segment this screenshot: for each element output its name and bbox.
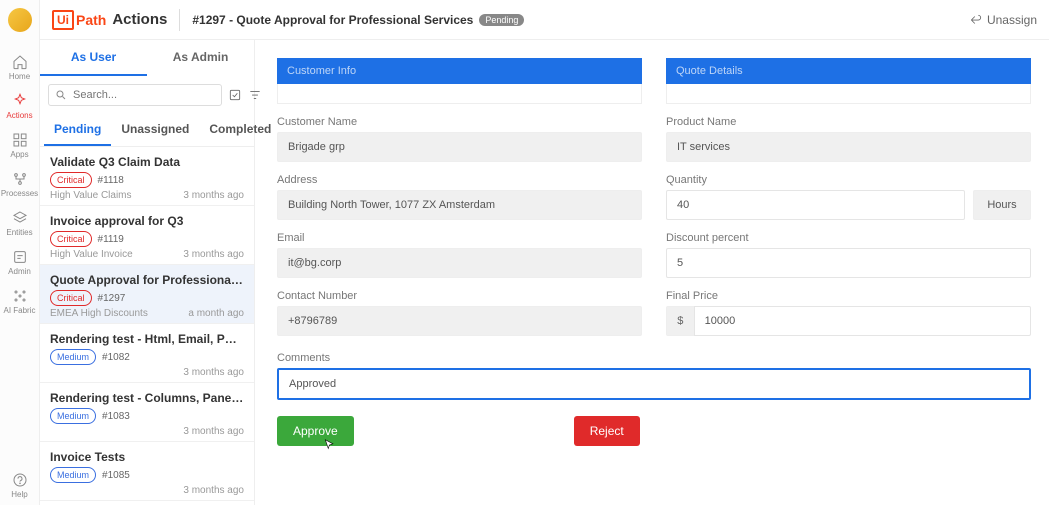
flow-icon: [12, 171, 28, 187]
task-item-time: 3 months ago: [183, 367, 244, 378]
product-field[interactable]: [666, 132, 1031, 162]
tab-as-admin[interactable]: As Admin: [147, 40, 254, 76]
label-price: Final Price: [666, 290, 1031, 302]
address-field[interactable]: [277, 190, 642, 220]
status-badge: Pending: [479, 14, 524, 26]
priority-badge: Critical: [50, 172, 92, 188]
comments-field[interactable]: [277, 368, 1031, 400]
task-item-id: #1085: [102, 470, 130, 481]
task-item-sub: EMEA High Discounts: [50, 308, 148, 319]
tab-as-user[interactable]: As User: [40, 40, 147, 76]
check-square-icon: [228, 88, 242, 102]
logo[interactable]: UiPath: [52, 10, 106, 30]
priority-badge: Critical: [50, 231, 92, 247]
discount-field[interactable]: [666, 248, 1031, 278]
search-input-wrap[interactable]: [48, 84, 222, 106]
approve-button[interactable]: Approve: [277, 416, 354, 446]
task-item[interactable]: Invoice approval for Q3 Critical #1119 High…: [40, 206, 254, 265]
task-item[interactable]: Validate Q3 Claim Data Critical #1118 High …: [40, 147, 254, 206]
customer-info-header: Customer Info: [277, 58, 642, 84]
rail-aifabric[interactable]: AI Fabric: [0, 282, 40, 321]
task-item-time: 3 months ago: [183, 485, 244, 496]
priority-badge: Critical: [50, 290, 92, 306]
rail-entities[interactable]: Entities: [0, 204, 40, 243]
help-icon: [12, 472, 28, 488]
task-item-title: Rendering test - Columns, Panel, Ta...: [50, 391, 244, 405]
rail-actions[interactable]: Actions: [0, 87, 40, 126]
tab-pending[interactable]: Pending: [44, 114, 111, 146]
unassign-icon: [969, 13, 983, 27]
task-title: #1297 - Quote Approval for Professional …: [192, 13, 473, 27]
home-icon: [12, 54, 28, 70]
contact-field[interactable]: [277, 306, 642, 336]
task-item-time: 3 months ago: [183, 190, 244, 201]
task-item-title: Invoice Tests: [50, 450, 244, 464]
bulk-action-button[interactable]: [228, 82, 242, 108]
task-item-time: 3 months ago: [183, 426, 244, 437]
unassign-button[interactable]: Unassign: [969, 13, 1037, 27]
task-item-id: #1083: [102, 411, 130, 422]
rail-processes[interactable]: Processes: [0, 165, 40, 204]
label-contact: Contact Number: [277, 290, 642, 302]
form-panel: Customer Info Customer Name Address Emai…: [255, 40, 1049, 505]
quote-details-header: Quote Details: [666, 58, 1031, 84]
view-tabs: As User As Admin: [40, 40, 254, 76]
task-item-title: Invoice approval for Q3: [50, 214, 244, 228]
task-item-time: a month ago: [188, 308, 244, 319]
label-address: Address: [277, 174, 642, 186]
priority-badge: Medium: [50, 467, 96, 483]
task-item-title: Validate Q3 Claim Data: [50, 155, 244, 169]
rail-apps[interactable]: Apps: [0, 126, 40, 165]
label-email: Email: [277, 232, 642, 244]
task-item[interactable]: Quote Approval for Professional Se... Cri…: [40, 265, 254, 324]
rail-home[interactable]: Home: [0, 48, 40, 87]
task-item-title: Quote Approval for Professional Se...: [50, 273, 244, 287]
label-comments: Comments: [277, 352, 1031, 364]
task-item-time: 3 months ago: [183, 249, 244, 260]
task-item-id: #1297: [98, 293, 126, 304]
reject-button[interactable]: Reject: [574, 416, 640, 446]
status-tabs: Pending Unassigned Completed: [40, 114, 254, 147]
search-input[interactable]: [73, 89, 215, 101]
task-item[interactable]: Test Property BindingMedium#10863 months…: [40, 501, 254, 505]
price-field[interactable]: [694, 306, 1031, 336]
rail-help[interactable]: Help: [0, 466, 40, 505]
section-title: Actions: [112, 11, 167, 28]
task-item-sub: High Value Invoice: [50, 249, 133, 260]
tab-unassigned[interactable]: Unassigned: [111, 114, 199, 146]
task-item-id: #1119: [98, 234, 124, 245]
sparkle-icon: [12, 93, 28, 109]
currency-symbol: $: [666, 306, 694, 336]
label-customer-name: Customer Name: [277, 116, 642, 128]
admin-icon: [12, 249, 28, 265]
task-item-title: Rendering test - Html, Email, Phone...: [50, 332, 244, 346]
customer-name-field[interactable]: [277, 132, 642, 162]
quantity-unit: Hours: [973, 190, 1031, 220]
label-discount: Discount percent: [666, 232, 1031, 244]
avatar[interactable]: [8, 8, 32, 32]
rail-admin[interactable]: Admin: [0, 243, 40, 282]
email-field[interactable]: [277, 248, 642, 278]
task-item-sub: High Value Claims: [50, 190, 132, 201]
quantity-field[interactable]: [666, 190, 965, 220]
label-quantity: Quantity: [666, 174, 1031, 186]
task-item[interactable]: Rendering test - Columns, Panel, Ta... Me…: [40, 383, 254, 442]
topbar: UiPath Actions #1297 - Quote Approval fo…: [40, 0, 1049, 40]
task-item-id: #1082: [102, 352, 130, 363]
label-product: Product Name: [666, 116, 1031, 128]
task-item[interactable]: Rendering test - Html, Email, Phone... Me…: [40, 324, 254, 383]
task-item-id: #1118: [98, 175, 124, 186]
priority-badge: Medium: [50, 349, 96, 365]
cursor-icon: [323, 438, 337, 452]
list-panel: As User As Admin Pending: [40, 40, 255, 505]
search-icon: [55, 89, 67, 101]
priority-badge: Medium: [50, 408, 96, 424]
task-item[interactable]: Invoice Tests Medium #1085 3 months ago: [40, 442, 254, 501]
grid-icon: [12, 132, 28, 148]
left-rail: Home Actions Apps Processes Entities Adm…: [0, 0, 40, 505]
layers-icon: [12, 210, 28, 226]
task-list: Validate Q3 Claim Data Critical #1118 High …: [40, 147, 254, 505]
ai-icon: [12, 288, 28, 304]
